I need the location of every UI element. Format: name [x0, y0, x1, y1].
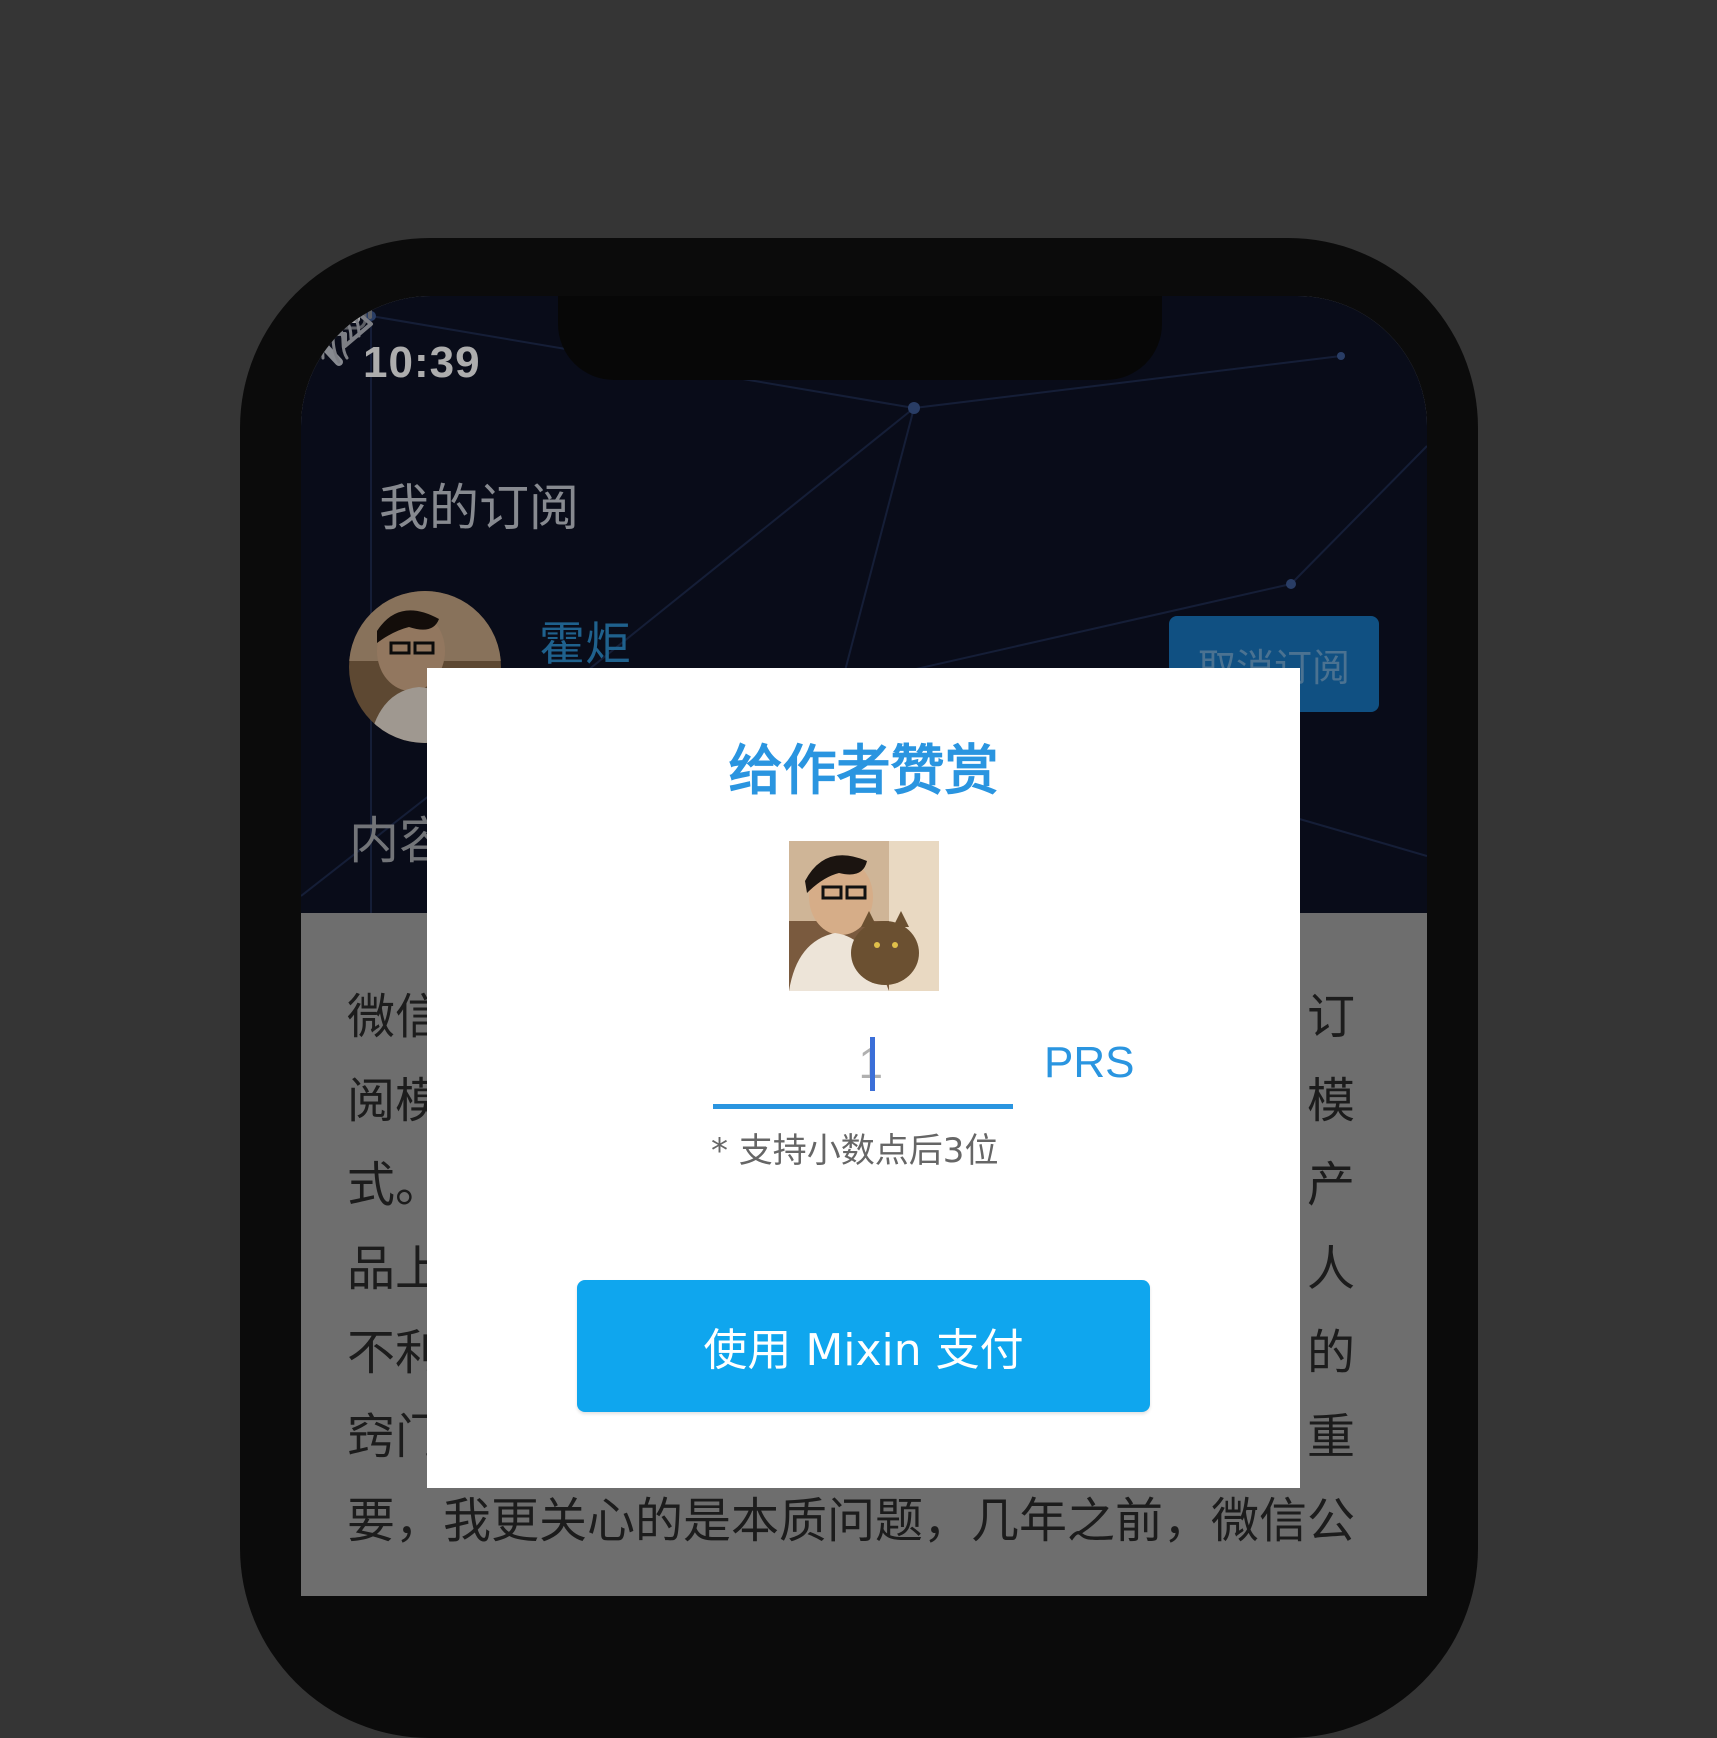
amount-underline	[713, 1104, 1013, 1109]
tip-dialog: 给作者赞赏 PRS * 支持小数点后3位 使用 Mixin 支付	[427, 668, 1300, 1488]
amount-input[interactable]	[713, 1028, 1013, 1100]
currency-label: PRS	[1044, 1038, 1135, 1087]
decimal-hint: * 支持小数点后3位	[711, 1131, 999, 1171]
dialog-title: 给作者赞赏	[728, 739, 999, 802]
mixin-pay-button[interactable]: 使用 Mixin 支付	[577, 1280, 1150, 1412]
text-caret	[870, 1037, 875, 1091]
dialog-author-avatar	[789, 841, 939, 991]
